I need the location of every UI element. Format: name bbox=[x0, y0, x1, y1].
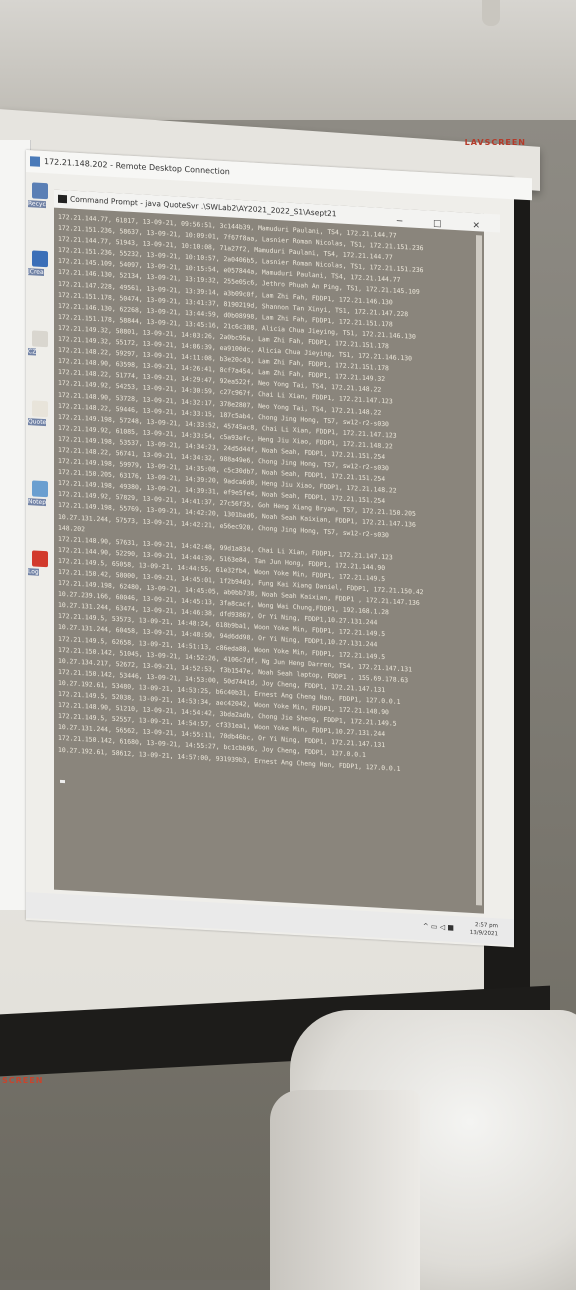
console-output: 172.21.144.77, 61817, 13-09-21, 09:56:51… bbox=[58, 212, 478, 779]
system-tray-icons[interactable]: ^ ▭ ◁ ■ bbox=[423, 922, 454, 932]
command-prompt-window[interactable]: Command Prompt - java QuoteSvr .\SWLab2\… bbox=[54, 189, 500, 914]
screen-brand-bottom: SCREEN bbox=[2, 1076, 44, 1085]
desktop-icon-label: Log bbox=[28, 568, 39, 576]
window-controls[interactable]: ─ □ ✕ bbox=[397, 213, 494, 233]
clock[interactable]: 2:57 pm 13/9/2021 bbox=[470, 921, 498, 939]
desktop-icon-label: Recyc bbox=[28, 200, 46, 209]
text-cursor bbox=[60, 779, 65, 784]
desktop-icon[interactable] bbox=[32, 400, 48, 418]
screen-brand-top: LAVSCREEN bbox=[464, 138, 526, 147]
console-scrollbar[interactable] bbox=[476, 235, 482, 906]
remote-desktop-title: 172.21.148.202 - Remote Desktop Connecti… bbox=[44, 157, 230, 177]
desktop-icon[interactable] bbox=[32, 550, 48, 568]
remote-desktop-icon bbox=[30, 156, 40, 167]
desktop-icon[interactable] bbox=[32, 182, 48, 200]
desktop-icon-label: CZ bbox=[28, 348, 37, 356]
desktop-icon[interactable] bbox=[32, 250, 48, 268]
ceiling-lamp bbox=[482, 0, 500, 26]
desktop-icon[interactable] bbox=[32, 480, 48, 498]
desktop-icon-label: Quote bbox=[28, 418, 47, 427]
desktop-icon-label: Notep bbox=[28, 498, 47, 507]
desktop-icon-label: JCrea bbox=[28, 268, 44, 276]
chair-side bbox=[270, 1090, 420, 1290]
remote-desktop-window[interactable]: 172.21.148.202 - Remote Desktop Connecti… bbox=[26, 150, 532, 948]
desktop-icon[interactable] bbox=[32, 330, 48, 348]
command-prompt-icon bbox=[58, 194, 67, 204]
clock-date: 13/9/2021 bbox=[469, 929, 498, 938]
